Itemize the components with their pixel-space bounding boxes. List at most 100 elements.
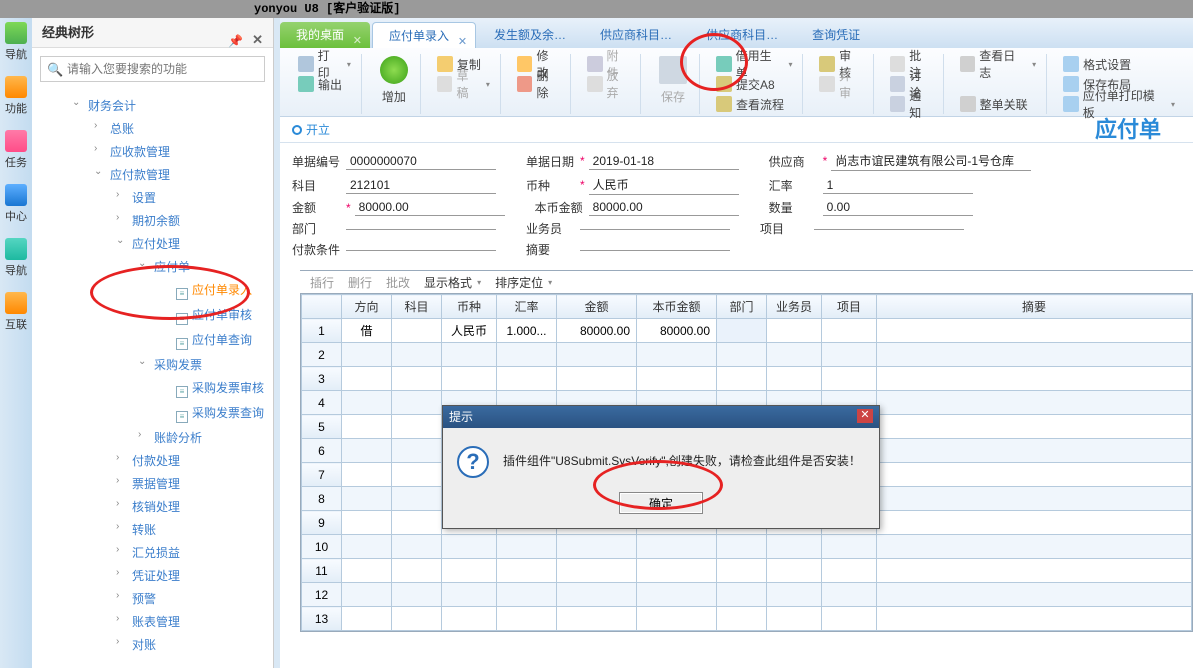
- memo-value[interactable]: [580, 248, 730, 251]
- tree-purchase-invoice[interactable]: ⌄采购发票: [32, 353, 273, 376]
- tab-vendor2[interactable]: 供应商科目…: [690, 22, 794, 48]
- submit-button[interactable]: 提交A8: [712, 74, 796, 94]
- main-area: 我的桌面✕ 应付单录入✕ 发生额及余… 供应商科目… 供应商科目… 查询凭证 打…: [274, 18, 1193, 668]
- toolbar: 打印▾ 输出 增加 复制 草稿▾ 修改 删除 附件 放弃 保存 借用生单▾ 提交…: [280, 48, 1193, 117]
- grid-insert-button[interactable]: 插行: [310, 274, 334, 291]
- status-dot-icon: [292, 125, 302, 135]
- amount-value[interactable]: 80000.00: [355, 199, 505, 216]
- flow-button[interactable]: 查看流程: [712, 94, 796, 114]
- tree-finance[interactable]: ⌄财务会计: [32, 94, 273, 117]
- tree-aging[interactable]: ›账龄分析: [32, 426, 273, 449]
- subject-value[interactable]: 212101: [346, 177, 496, 194]
- save-button[interactable]: 保存: [653, 54, 693, 107]
- tree-payment[interactable]: ›付款处理: [32, 449, 273, 472]
- project-value[interactable]: [814, 227, 964, 230]
- date-value[interactable]: 2019-01-18: [589, 153, 739, 170]
- dialog-title: 提示: [449, 406, 473, 428]
- tab-balance[interactable]: 发生额及余…: [478, 22, 582, 48]
- rate-value[interactable]: 1: [823, 177, 973, 194]
- tree-report[interactable]: ›账表管理: [32, 610, 273, 633]
- status-bar: 开立 应付单: [280, 117, 1193, 143]
- tree-payable-query[interactable]: ≡应付单查询: [32, 328, 273, 353]
- grid-format-button[interactable]: 显示格式▾: [424, 274, 481, 291]
- rail-nav[interactable]: 导航: [5, 49, 27, 61]
- tab-entry[interactable]: 应付单录入✕: [372, 22, 476, 48]
- export-button[interactable]: 输出: [294, 74, 355, 94]
- sidebar-rail: 导航 功能 任务 中心 导航 互联: [0, 18, 32, 668]
- form-area: 单据编号0000000070 单据日期*2019-01-18 供应商*尚志市谊民…: [280, 143, 1193, 266]
- rail-func[interactable]: 功能: [5, 103, 27, 115]
- tree-exchange[interactable]: ›汇兑损益: [32, 541, 273, 564]
- dialog-close-icon[interactable]: ✕: [857, 409, 873, 423]
- table-row[interactable]: 3: [302, 367, 1192, 391]
- close-icon[interactable]: ✕: [353, 28, 362, 54]
- pin-icon[interactable]: 📌: [228, 26, 243, 56]
- discard-button[interactable]: 放弃: [583, 74, 634, 94]
- table-row[interactable]: 10: [302, 535, 1192, 559]
- alert-dialog: 提示 ✕ ? 插件组件"U8Submit.SysVerify",创建失败，请检查…: [442, 405, 880, 529]
- titlebar: yonyou U8 [客户验证版]: [0, 0, 1193, 18]
- close-panel-icon[interactable]: ✕: [252, 25, 263, 55]
- tree-beginning[interactable]: ›期初余额: [32, 209, 273, 232]
- delete-button[interactable]: 删除: [513, 74, 564, 94]
- tree-cancel[interactable]: ›核销处理: [32, 495, 273, 518]
- grid-sort-button[interactable]: 排序定位▾: [495, 274, 552, 291]
- tree-pi-audit[interactable]: ≡采购发票审核: [32, 376, 273, 401]
- tree-bill[interactable]: ›票据管理: [32, 472, 273, 495]
- dialog-ok-button[interactable]: 确定: [619, 492, 703, 514]
- dialog-message: 插件组件"U8Submit.SysVerify",创建失败，请检查此组件是否安装…: [503, 446, 861, 469]
- tree-ap-process[interactable]: ⌄应付处理: [32, 232, 273, 255]
- tree-settings[interactable]: ›设置: [32, 186, 273, 209]
- print-button[interactable]: 打印▾: [294, 54, 355, 74]
- log-button[interactable]: 查看日志▾: [956, 54, 1040, 74]
- rail-center[interactable]: 中心: [5, 211, 27, 223]
- add-button[interactable]: 增加: [374, 54, 414, 107]
- borrow-button[interactable]: 借用生单▾: [712, 54, 796, 74]
- related-button[interactable]: 整单关联: [956, 94, 1040, 114]
- table-row[interactable]: 11: [302, 559, 1192, 583]
- currency-value[interactable]: 人民币: [589, 175, 739, 195]
- tree-ar[interactable]: ›应收款管理: [32, 140, 273, 163]
- table-row[interactable]: 13: [302, 607, 1192, 631]
- dept-value[interactable]: [346, 227, 496, 230]
- tab-desktop[interactable]: 我的桌面✕: [280, 22, 370, 48]
- tree-payable-audit[interactable]: ≡应付单审核: [32, 303, 273, 328]
- grid-toolbar: 插行 删行 批改 显示格式▾ 排序定位▾: [300, 270, 1193, 294]
- doc-title: 应付单: [1095, 117, 1181, 142]
- status-text: 开立: [306, 117, 330, 143]
- table-row[interactable]: 1借人民币1.000...80000.0080000.00: [302, 319, 1192, 343]
- search-icon: 🔍: [47, 62, 63, 78]
- tree-gl[interactable]: ›总账: [32, 117, 273, 140]
- tree-recon[interactable]: ›对账: [32, 633, 273, 656]
- tree-alert[interactable]: ›预警: [32, 587, 273, 610]
- draft-button[interactable]: 草稿▾: [433, 74, 494, 94]
- rail-hulian[interactable]: 互联: [5, 319, 27, 331]
- search-input[interactable]: [40, 56, 265, 82]
- tree-panel: 经典树形 📌 ✕ 🔍 ⌄财务会计 ›总账 ›应收款管理 ⌄应付款管理 ›设置 ›…: [32, 18, 274, 668]
- table-row[interactable]: 2: [302, 343, 1192, 367]
- unaudit-button[interactable]: 弃审: [815, 74, 866, 94]
- tree-voucher[interactable]: ›凭证处理: [32, 564, 273, 587]
- tab-vendor1[interactable]: 供应商科目…: [584, 22, 688, 48]
- printtpl-button[interactable]: 应付单打印模板▾: [1059, 94, 1179, 114]
- table-row[interactable]: 12: [302, 583, 1192, 607]
- tree-transfer[interactable]: ›转账: [32, 518, 273, 541]
- tree-ap[interactable]: ⌄应付款管理: [32, 163, 273, 186]
- rail-nav2[interactable]: 导航: [5, 265, 27, 277]
- tab-vquery[interactable]: 查询凭证: [796, 22, 876, 48]
- format-button[interactable]: 格式设置: [1059, 54, 1179, 74]
- question-icon: ?: [457, 446, 489, 478]
- grid-batch-button[interactable]: 批改: [386, 274, 410, 291]
- rail-task[interactable]: 任务: [5, 157, 27, 169]
- close-icon[interactable]: ✕: [458, 29, 467, 55]
- notify-button[interactable]: 通知: [886, 94, 937, 114]
- tree-pi-query[interactable]: ≡采购发票查询: [32, 401, 273, 426]
- docno-value: 0000000070: [346, 153, 496, 170]
- vendor-value[interactable]: 尚志市谊民建筑有限公司-1号仓库: [831, 151, 1031, 171]
- tree-payable-doc[interactable]: ⌄应付单: [32, 255, 273, 278]
- paycond-value[interactable]: [346, 248, 496, 251]
- grid-delete-button[interactable]: 删行: [348, 274, 372, 291]
- person-value[interactable]: [580, 227, 730, 230]
- qty-value[interactable]: 0.00: [823, 199, 973, 216]
- tree-payable-entry[interactable]: ≡应付单录入: [32, 278, 273, 303]
